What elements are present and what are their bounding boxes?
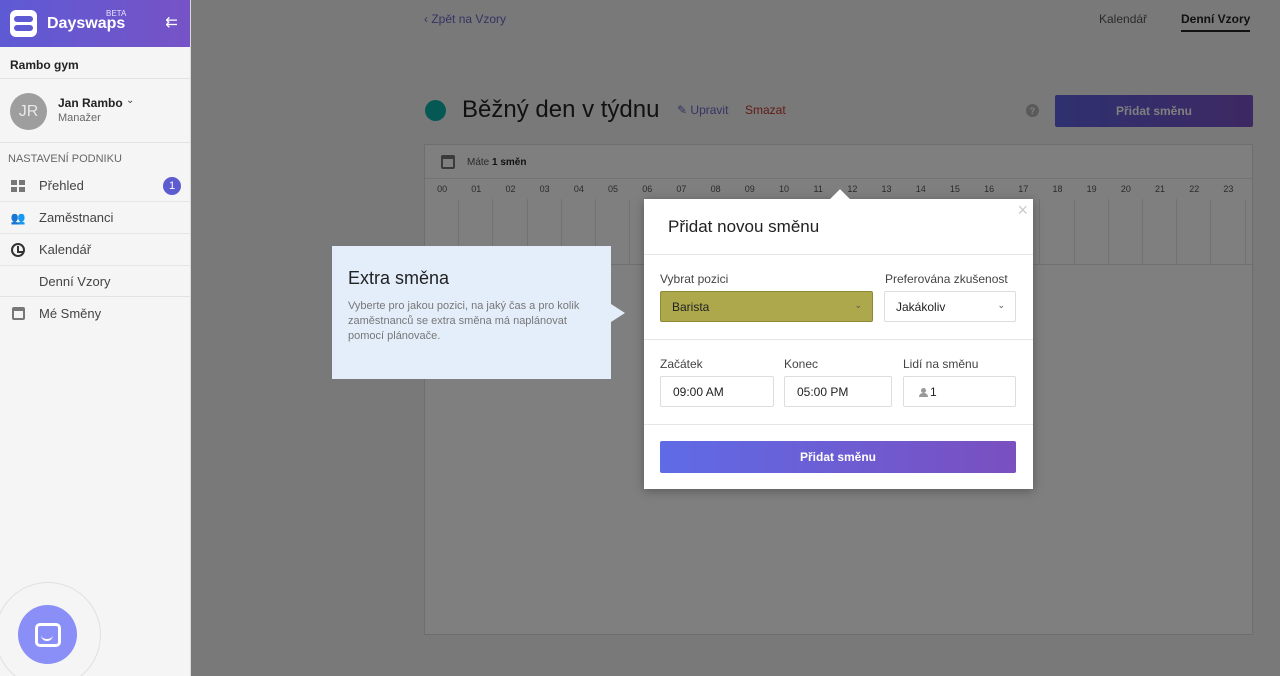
divider	[644, 339, 1033, 340]
beta-label: BETA	[106, 9, 127, 18]
tooltip-text: Vyberte pro jakou pozici, na jaký čas a …	[348, 300, 580, 342]
position-label: Vybrat pozici	[660, 272, 729, 286]
chevron-down-icon: ⌄	[854, 300, 862, 310]
clock-icon	[10, 242, 26, 258]
sidebar: Dayswaps BETA ⇇ Rambo gym JR Jan Rambo ⌄…	[0, 0, 191, 676]
close-icon[interactable]: ×	[1017, 200, 1028, 221]
divider	[644, 254, 1033, 255]
sidebar-item-prehled[interactable]: Přehled 1	[0, 170, 190, 202]
calendar-icon	[10, 305, 26, 321]
dashboard-icon	[10, 178, 26, 194]
user-menu[interactable]: JR Jan Rambo ⌄ Manažer	[0, 79, 190, 143]
experience-select[interactable]: Jakákoliv ⌄	[884, 291, 1016, 322]
sidebar-item-zamestnanci[interactable]: 👥 Zaměstnanci	[0, 202, 190, 234]
notification-badge: 1	[163, 176, 181, 195]
chat-icon	[34, 622, 61, 647]
divider	[644, 424, 1033, 425]
person-icon	[919, 388, 928, 397]
logo-icon	[10, 10, 37, 37]
start-value: 09:00 AM	[673, 385, 724, 399]
brand-bar: Dayswaps BETA ⇇	[0, 0, 190, 47]
sidebar-item-me-smeny[interactable]: Mé Směny	[0, 297, 190, 329]
people-input[interactable]: 1	[903, 376, 1016, 407]
sidebar-item-label: Kalendář	[39, 242, 92, 257]
user-name: Jan Rambo	[58, 96, 123, 110]
add-shift-modal: × Přidat novou směnu Vybrat pozici Baris…	[644, 189, 1033, 489]
end-label: Konec	[784, 357, 819, 371]
avatar: JR	[10, 93, 47, 130]
tooltip-title: Extra směna	[348, 268, 450, 288]
onboarding-tooltip: Extra směna Vyberte pro jakou pozici, na…	[332, 246, 625, 379]
sidebar-item-label: Denní Vzory	[39, 273, 111, 289]
start-time-input[interactable]: 09:00 AM	[660, 376, 774, 407]
people-value: 1	[930, 385, 937, 399]
sidebar-item-label: Přehled	[39, 178, 84, 193]
position-value: Barista	[672, 300, 710, 314]
users-icon: 👥	[10, 210, 26, 225]
experience-value: Jakákoliv	[896, 300, 946, 314]
submit-shift-button[interactable]: Přidat směnu	[660, 441, 1016, 473]
company-name: Rambo gym	[0, 47, 190, 79]
position-select[interactable]: Barista ⌄	[660, 291, 873, 322]
sidebar-item-denni-vzory[interactable]: Denní Vzory	[0, 266, 190, 297]
chevron-down-icon: ⌄	[997, 300, 1005, 310]
modal-title: Přidat novou směnu	[668, 217, 820, 236]
sidebar-item-kalendar[interactable]: Kalendář	[0, 234, 190, 266]
chat-button[interactable]	[18, 605, 77, 664]
start-label: Začátek	[660, 357, 703, 371]
sidebar-item-label: Mé Směny	[39, 305, 102, 321]
section-title: NASTAVENÍ PODNIKU	[8, 153, 122, 165]
end-time-input[interactable]: 05:00 PM	[784, 376, 892, 407]
people-label: Lidí na směnu	[903, 357, 979, 371]
user-role: Manažer	[58, 112, 101, 124]
end-value: 05:00 PM	[797, 385, 849, 399]
chevron-down-icon[interactable]: ⌄	[126, 95, 134, 106]
collapse-icon[interactable]: ⇇	[165, 13, 178, 31]
sidebar-item-label: Zaměstnanci	[39, 210, 114, 225]
experience-label: Preferována zkušenost	[885, 272, 1008, 286]
